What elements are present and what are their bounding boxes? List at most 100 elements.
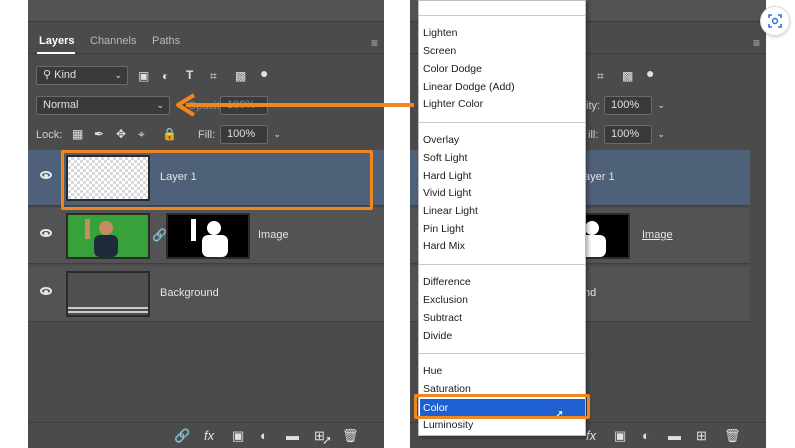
menu-item-lighter-color[interactable]: Lighter Color bbox=[423, 98, 483, 110]
cursor-icon: ➚ bbox=[322, 433, 333, 447]
chevron-down-icon: ⌄ bbox=[657, 129, 665, 139]
shape-filter-icon[interactable]: ⌗ bbox=[597, 69, 604, 83]
tab-paths[interactable]: Paths bbox=[152, 35, 180, 47]
panel-tabs: Layers Channels Paths ≡ bbox=[28, 28, 384, 54]
menu-item-color-dodge[interactable]: Color Dodge bbox=[423, 63, 482, 75]
fill-value: 100% bbox=[611, 128, 640, 140]
fill-label: Fill: bbox=[198, 129, 216, 141]
active-tab-underline bbox=[37, 52, 75, 54]
menu-item-soft-light[interactable]: Soft Light bbox=[423, 152, 467, 164]
filter-row: ⚲ Kind ⌄ ▣ ◐ T ⌗ ▩ ● bbox=[28, 66, 384, 88]
menu-item-divide[interactable]: Divide bbox=[423, 330, 452, 342]
toggle-dot-icon[interactable]: ● bbox=[260, 66, 268, 80]
smart-object-filter-icon[interactable]: ▩ bbox=[235, 69, 246, 83]
lock-all-icon[interactable]: 🔒 bbox=[162, 127, 177, 141]
menu-item-pin-light[interactable]: Pin Light bbox=[423, 223, 464, 235]
arrow-icon bbox=[176, 93, 414, 117]
fx-icon[interactable]: fx bbox=[586, 428, 596, 443]
tab-layers[interactable]: Layers bbox=[39, 35, 74, 47]
mask-icon[interactable]: ▣ bbox=[614, 428, 626, 444]
filter-kind-label: Kind bbox=[54, 69, 77, 81]
toggle-dot-icon[interactable]: ● bbox=[646, 66, 654, 80]
lock-transparent-icon[interactable]: ▦ bbox=[72, 127, 83, 141]
opacity-label: ity: bbox=[586, 100, 601, 112]
eye-icon[interactable] bbox=[40, 171, 52, 179]
chevron-down-icon: ⌄ bbox=[114, 70, 122, 80]
person-photo-icon bbox=[85, 219, 118, 257]
mask-silhouette-icon bbox=[191, 219, 228, 257]
layer-name: ayer 1 bbox=[584, 171, 615, 183]
chevron-down-icon: ⌄ bbox=[657, 100, 665, 110]
menu-item-screen[interactable]: Screen bbox=[423, 45, 456, 57]
menu-item-subtract[interactable]: Subtract bbox=[423, 312, 462, 324]
image-filter-icon[interactable]: ▣ bbox=[138, 69, 149, 83]
blend-mode-menu: Lighten Screen Color Dodge Linear Dodge … bbox=[418, 0, 586, 436]
menu-item-overlay[interactable]: Overlay bbox=[423, 134, 459, 146]
search-icon: ⚲ bbox=[43, 69, 52, 81]
blend-mode-select[interactable]: Normal ⌄ bbox=[36, 96, 170, 115]
eye-icon[interactable] bbox=[40, 287, 52, 295]
trash-icon[interactable]: 🗑 bbox=[724, 428, 741, 444]
type-filter-icon[interactable]: T bbox=[186, 68, 193, 82]
menu-separator bbox=[419, 15, 585, 16]
menu-item-luminosity[interactable]: Luminosity bbox=[423, 419, 473, 431]
layer-name: Image bbox=[258, 229, 289, 241]
blend-mode-value: Normal bbox=[43, 99, 79, 111]
lock-label: Lock: bbox=[36, 129, 63, 141]
layer-name: Image bbox=[642, 229, 673, 241]
folder-icon[interactable]: ▬ bbox=[668, 428, 681, 443]
layer-row[interactable]: Background bbox=[28, 266, 384, 322]
panel-top-strip bbox=[28, 0, 384, 22]
highlight-color-box bbox=[414, 394, 590, 419]
adjustment-icon[interactable]: ◐ bbox=[642, 428, 650, 443]
menu-item-difference[interactable]: Difference bbox=[423, 276, 471, 288]
layer-row[interactable]: 🔗 Image bbox=[28, 208, 384, 264]
eye-icon[interactable] bbox=[40, 229, 52, 237]
background-thumbnail bbox=[66, 271, 150, 317]
menu-item-exclusion[interactable]: Exclusion bbox=[423, 294, 468, 306]
lock-move-icon[interactable]: ✥ bbox=[116, 127, 126, 141]
fill-value: 100% bbox=[227, 128, 256, 140]
chain-icon[interactable]: 🔗 bbox=[152, 228, 167, 242]
menu-separator bbox=[419, 122, 585, 123]
menu-item-linear-dodge[interactable]: Linear Dodge (Add) bbox=[423, 81, 515, 93]
menu-separator bbox=[419, 264, 585, 265]
menu-item-lighten[interactable]: Lighten bbox=[423, 27, 457, 39]
adjustment-icon[interactable]: ◐ bbox=[260, 428, 268, 443]
menu-icon[interactable]: ≡ bbox=[753, 36, 760, 50]
link-icon[interactable]: 🔗 bbox=[174, 428, 190, 444]
adjustment-filter-icon[interactable]: ◐ bbox=[162, 69, 169, 83]
opacity-input[interactable]: 100% ⌄ bbox=[604, 96, 665, 115]
stage: Layers Channels Paths ≡ ⚲ Kind ⌄ ▣ ◐ T ⌗… bbox=[0, 0, 795, 448]
panel-bottom-bar: 🔗 fx ▣ ◐ ▬ ⊞ 🗑 ➚ bbox=[28, 422, 384, 448]
menu-item-hue[interactable]: Hue bbox=[423, 365, 442, 377]
new-layer-icon[interactable]: ⊞ bbox=[696, 428, 707, 444]
fill-input[interactable]: 100% ⌄ bbox=[220, 125, 281, 144]
menu-icon[interactable]: ≡ bbox=[371, 36, 378, 50]
scan-icon[interactable] bbox=[760, 6, 790, 36]
chevron-down-icon: ⌄ bbox=[156, 100, 164, 110]
tab-channels[interactable]: Channels bbox=[90, 35, 136, 47]
menu-item-hard-light[interactable]: Hard Light bbox=[423, 170, 471, 182]
fill-input[interactable]: 100% ⌄ bbox=[604, 125, 665, 144]
image-thumbnail bbox=[66, 213, 150, 259]
filter-kind-select[interactable]: ⚲ Kind ⌄ bbox=[36, 66, 128, 85]
opacity-value: 100% bbox=[611, 99, 640, 111]
fx-icon[interactable]: fx bbox=[204, 428, 214, 443]
menu-separator bbox=[419, 353, 585, 354]
lock-paint-icon[interactable]: ✒ bbox=[94, 127, 104, 141]
mask-icon[interactable]: ▣ bbox=[232, 428, 244, 444]
chevron-down-icon: ⌄ bbox=[273, 129, 281, 139]
menu-item-vivid-light[interactable]: Vivid Light bbox=[423, 187, 471, 199]
layers-panel-left: Layers Channels Paths ≡ ⚲ Kind ⌄ ▣ ◐ T ⌗… bbox=[28, 0, 384, 448]
folder-icon[interactable]: ▬ bbox=[286, 428, 299, 443]
shape-filter-icon[interactable]: ⌗ bbox=[210, 69, 217, 83]
fill-label: ill: bbox=[588, 129, 599, 141]
highlight-layer1-box bbox=[61, 150, 373, 210]
trash-icon[interactable]: 🗑 bbox=[342, 428, 359, 444]
menu-item-hard-mix[interactable]: Hard Mix bbox=[423, 240, 465, 252]
smart-object-filter-icon[interactable]: ▩ bbox=[622, 69, 633, 83]
lock-artboard-icon[interactable]: ⌖ bbox=[138, 127, 145, 141]
menu-item-linear-light[interactable]: Linear Light bbox=[423, 205, 478, 217]
lock-row: Lock: ▦ ✒ ✥ ⌖ 🔒 Fill: 100% ⌄ bbox=[28, 124, 384, 146]
